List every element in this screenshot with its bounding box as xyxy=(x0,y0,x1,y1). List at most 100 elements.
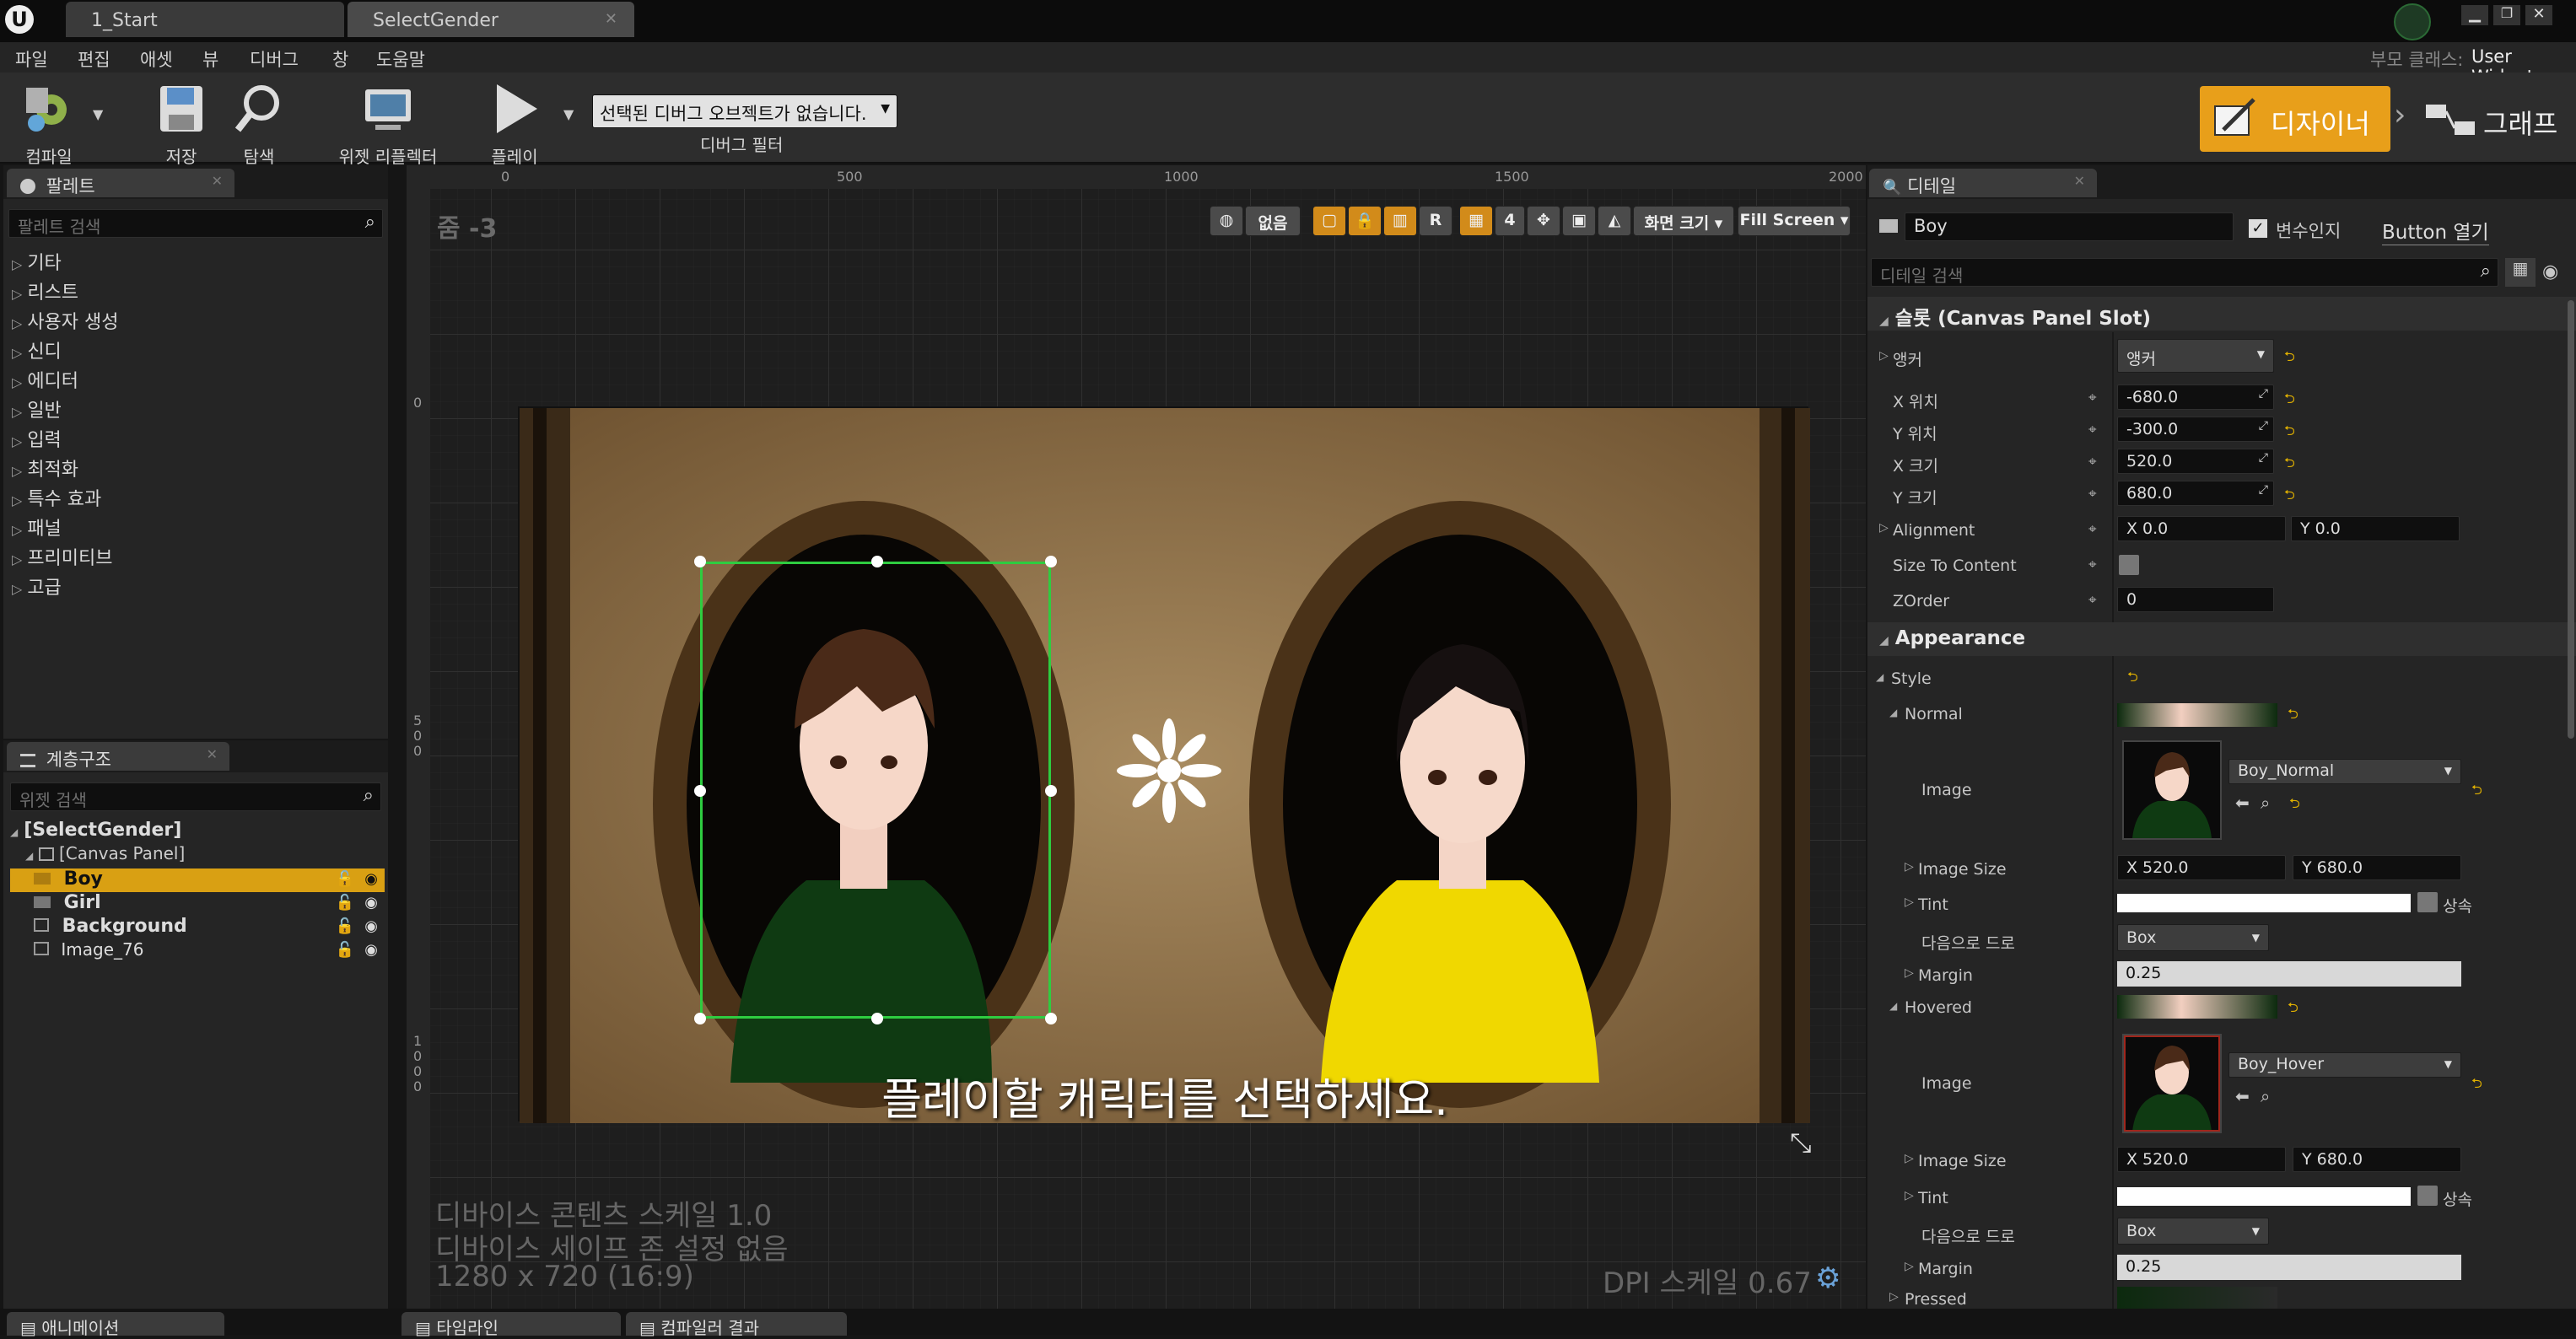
pin-icon[interactable]: ⌖ xyxy=(2088,454,2097,471)
browse-button[interactable]: 탐색 xyxy=(221,73,297,167)
resize-handle[interactable] xyxy=(1045,1013,1057,1024)
pin-icon[interactable]: ⌖ xyxy=(2088,592,2097,609)
resize-handle[interactable] xyxy=(1045,556,1057,567)
alignment-x-input[interactable]: X 0.0 xyxy=(2117,516,2286,541)
hovered-image-size-x-input[interactable]: X 520.0 xyxy=(2117,1147,2286,1172)
expand-arrow-icon[interactable]: ▷ xyxy=(1905,895,1914,909)
palette-category[interactable]: ▷ 리스트 xyxy=(3,277,388,307)
tab-compiler-results[interactable]: ▤ 컴파일러 결과 xyxy=(626,1312,847,1338)
designer-viewport[interactable]: 0 500 1000 1500 2000 0 500 1000 줌 -3 ◍ 없… xyxy=(407,165,1866,1309)
palette-search-input[interactable]: 팔레트 검색 ⌕ xyxy=(8,209,383,238)
use-selected-arrow-icon[interactable]: ⬅ xyxy=(2235,1086,2250,1106)
widget-reflector-button[interactable]: 위젯 리플렉터 xyxy=(329,73,447,167)
reset-arrow-icon[interactable]: ⮌ xyxy=(2284,422,2295,444)
expand-arrow-icon[interactable]: ▷ xyxy=(1905,860,1914,874)
fill-screen-dropdown[interactable]: Fill Screen ▾ xyxy=(1738,206,1851,236)
close-icon[interactable]: ✕ xyxy=(2074,173,2085,189)
resize-handle[interactable] xyxy=(1045,785,1057,797)
hovered-draw-as-dropdown[interactable]: Box ▼ xyxy=(2117,1218,2269,1245)
normal-margin-input[interactable]: 0.25 xyxy=(2117,961,2461,987)
eye-icon[interactable]: ◉ xyxy=(364,941,378,959)
expand-arrow-icon[interactable]: ▷ xyxy=(1905,966,1914,980)
close-window-button[interactable]: ✕ xyxy=(2525,5,2552,25)
reset-arrow-icon[interactable]: ⮌ xyxy=(2471,781,2482,804)
lock-icon[interactable]: 🔓 xyxy=(336,941,354,959)
menu-view[interactable]: 뷰 xyxy=(202,42,218,73)
normal-draw-as-dropdown[interactable]: Box ▼ xyxy=(2117,924,2269,951)
tab-1-start[interactable]: 1_Start xyxy=(66,2,344,37)
eye-icon[interactable]: ◉ xyxy=(364,917,378,935)
details-scrollbar[interactable] xyxy=(2568,300,2574,739)
expand-arrow-icon[interactable]: ▷ xyxy=(1889,1290,1899,1304)
pin-icon[interactable]: ⌖ xyxy=(2088,557,2097,573)
zorder-input[interactable]: 0 xyxy=(2117,587,2274,612)
is-variable-checkbox[interactable]: ✓ xyxy=(2249,219,2267,238)
reset-arrow-icon[interactable]: ⮌ xyxy=(2471,1074,2482,1097)
anchor-dropdown[interactable]: 앵커 ▼ xyxy=(2117,339,2274,373)
hovered-image-thumbnail[interactable] xyxy=(2122,1034,2222,1133)
normal-image-size-x-input[interactable]: X 520.0 xyxy=(2117,855,2286,880)
palette-category[interactable]: ▷ 사용자 생성 xyxy=(3,307,388,336)
resize-handle[interactable] xyxy=(694,556,706,567)
reset-arrow-icon[interactable]: ⮌ xyxy=(2284,347,2295,370)
grid-snap-button[interactable]: ▦ xyxy=(1459,206,1493,236)
graph-mode-button[interactable]: 그래프 xyxy=(2421,86,2573,152)
hierarchy-background[interactable]: Background 🔓 ◉ xyxy=(10,916,385,939)
palette-category[interactable]: ▷ 신디 xyxy=(3,336,388,366)
menu-file[interactable]: 파일 xyxy=(15,42,48,73)
close-icon[interactable]: ✕ xyxy=(605,10,617,28)
debug-object-select[interactable]: 선택된 디버그 오브젝트가 없습니다. ▼ xyxy=(592,94,897,128)
pin-icon[interactable]: ⌖ xyxy=(2088,390,2097,406)
unreal-logo-icon[interactable]: U xyxy=(5,5,34,34)
dpi-settings-gear-icon[interactable]: ⚙ xyxy=(1815,1261,1840,1295)
expand-arrow-icon[interactable]: ▷ xyxy=(1905,1152,1914,1165)
size-to-content-checkbox[interactable] xyxy=(2119,555,2139,575)
lock-icon[interactable]: 🔓 xyxy=(336,870,354,888)
resize-handle[interactable] xyxy=(694,785,706,797)
eye-icon[interactable]: ◉ xyxy=(364,894,378,911)
reset-arrow-icon[interactable]: ⮌ xyxy=(2127,668,2138,691)
menu-asset[interactable]: 애셋 xyxy=(140,42,173,73)
hovered-tint-color-swatch[interactable] xyxy=(2117,1187,2411,1206)
save-button[interactable]: 저장 xyxy=(143,73,219,167)
palette-category[interactable]: ▷ 에디터 xyxy=(3,366,388,395)
layout-toggle-button[interactable]: ▥ xyxy=(1383,206,1417,236)
x-size-input[interactable]: 520.0 ⤢ xyxy=(2117,449,2274,474)
reset-arrow-icon[interactable]: ⮌ xyxy=(2288,998,2298,1021)
palette-category[interactable]: ▷ 고급 xyxy=(3,573,388,602)
widget-search-input[interactable]: 위젯 검색 ⌕ xyxy=(10,782,381,811)
collapse-arrow-icon[interactable]: ◢ xyxy=(1889,1000,1897,1012)
palette-category[interactable]: ▷ 패널 xyxy=(3,514,388,543)
normal-image-dropdown[interactable]: Boy_Normal ▼ xyxy=(2228,759,2461,784)
palette-category[interactable]: ▷ 기타 xyxy=(3,248,388,277)
normal-tint-color-swatch[interactable] xyxy=(2117,894,2411,912)
expand-arrow-icon[interactable]: ▷ xyxy=(1879,521,1889,535)
none-button[interactable]: 없음 xyxy=(1245,206,1301,236)
hierarchy-canvas-panel[interactable]: ◢ [Canvas Panel] xyxy=(25,843,380,867)
close-icon[interactable]: ✕ xyxy=(212,173,223,189)
alignment-y-input[interactable]: Y 0.0 xyxy=(2291,516,2460,541)
pin-icon[interactable]: ⌖ xyxy=(2088,486,2097,503)
normal-image-thumbnail[interactable] xyxy=(2122,740,2222,840)
palette-category[interactable]: ▷ 프리미티브 xyxy=(3,543,388,573)
parent-class-value[interactable]: User Widget xyxy=(2471,42,2576,87)
browse-magnifier-icon[interactable]: ⌕ xyxy=(2261,1086,2270,1106)
palette-category[interactable]: ▷ 특수 효과 xyxy=(3,484,388,514)
resize-handle[interactable] xyxy=(694,1013,706,1024)
expand-arrow-icon[interactable]: ▷ xyxy=(1905,1189,1914,1202)
designer-mode-button[interactable]: 디자이너 xyxy=(2200,86,2390,152)
expand-arrow-icon[interactable]: ▷ xyxy=(1905,1260,1914,1273)
hovered-image-dropdown[interactable]: Boy_Hover ▼ xyxy=(2228,1052,2461,1078)
y-position-input[interactable]: -300.0 ⤢ xyxy=(2117,417,2274,442)
tab-hierarchy[interactable]: 계층구조 ✕ xyxy=(7,742,229,771)
lock-toggle-button[interactable]: 🔒 xyxy=(1348,206,1382,236)
open-button-link[interactable]: Button 열기 xyxy=(2382,216,2489,245)
play-dropdown-icon[interactable]: ▼ xyxy=(563,106,574,122)
hovered-margin-input[interactable]: 0.25 xyxy=(2117,1255,2461,1280)
compile-dropdown-icon[interactable]: ▼ xyxy=(93,106,103,122)
transform-button[interactable]: ✥ xyxy=(1527,206,1560,236)
menu-debug[interactable]: 디버그 xyxy=(250,42,299,73)
hovered-inherit-checkbox[interactable] xyxy=(2417,1186,2438,1206)
resize-handle[interactable] xyxy=(871,1013,883,1024)
normal-inherit-checkbox[interactable] xyxy=(2417,892,2438,912)
